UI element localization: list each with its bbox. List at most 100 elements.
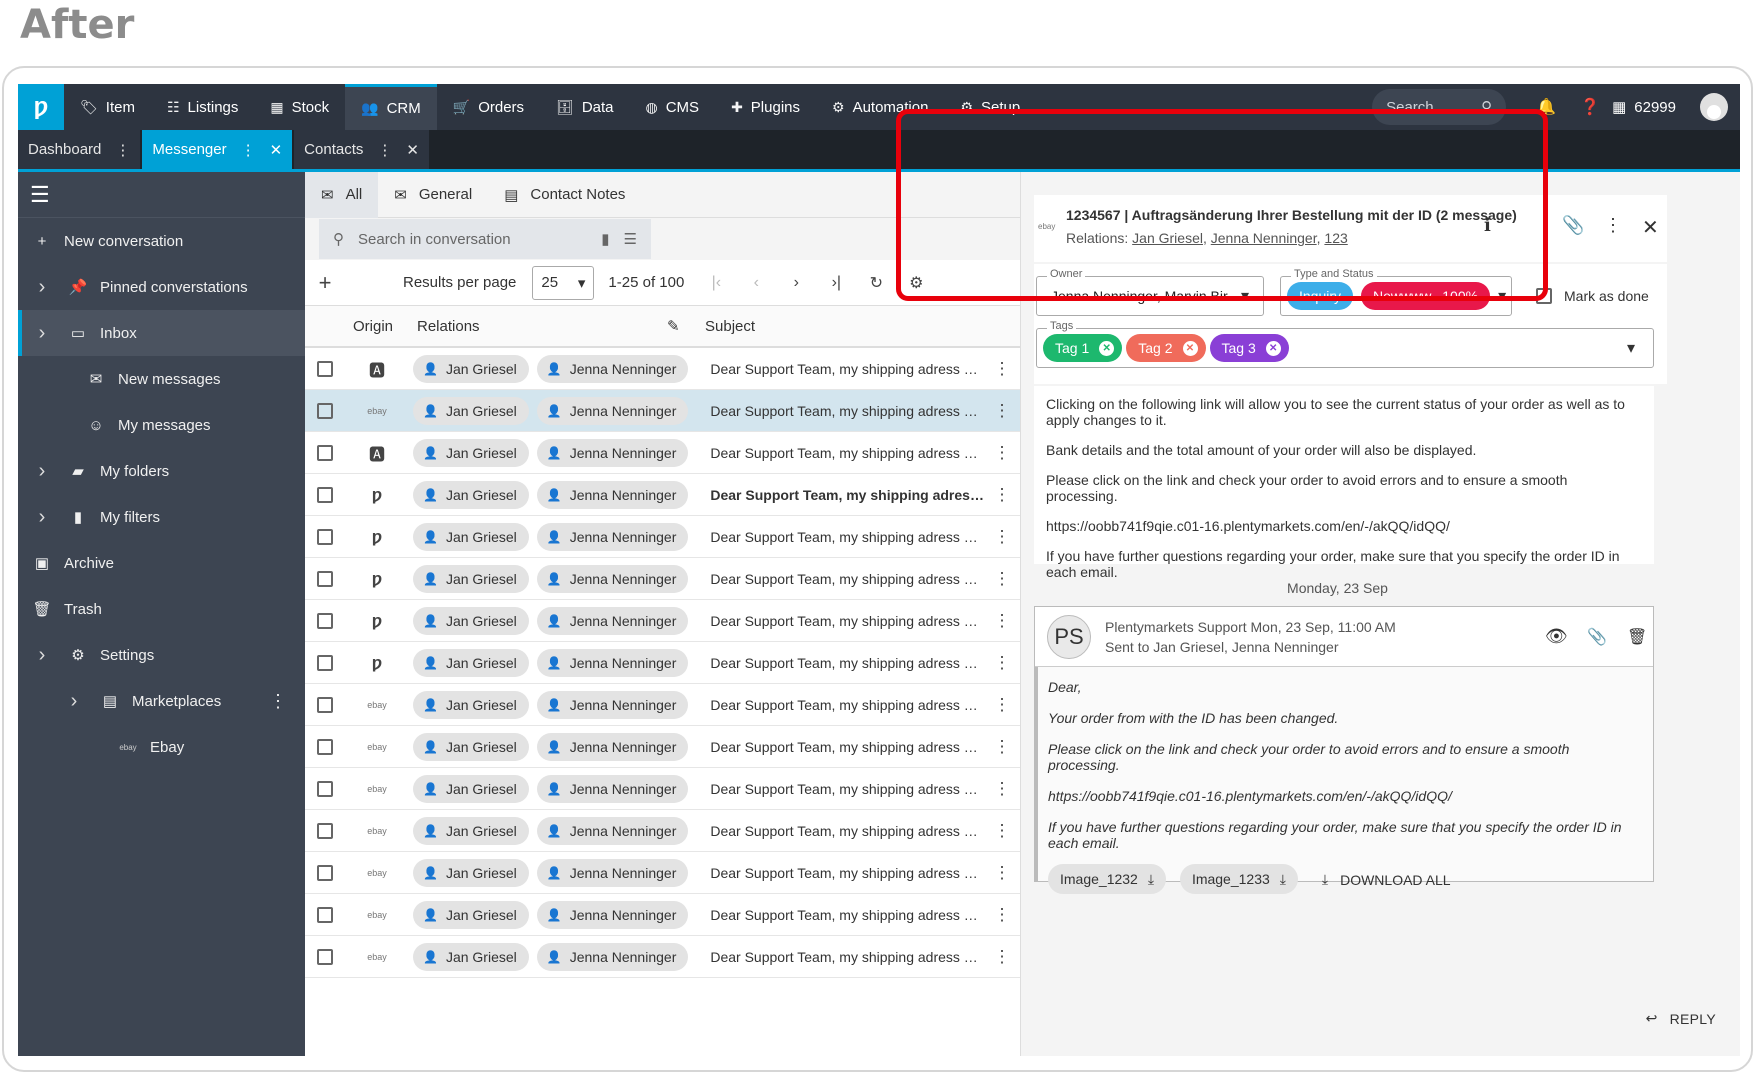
refresh-icon[interactable]: ↻ (856, 273, 896, 293)
table-row[interactable]: ebay 👤 Jan Griesel 👤 Jenna Nenninger Dear Sup… (305, 684, 1020, 726)
paperclip-icon[interactable]: 📎 (1587, 627, 1607, 647)
row-checkbox[interactable] (317, 402, 333, 419)
next-page-icon[interactable]: › (776, 274, 816, 292)
more-vert-icon[interactable]: ⋮ (984, 569, 1020, 589)
table-row[interactable]: ebay 👤 Jan Griesel 👤 Jenna Nenninger Dear Sup… (305, 894, 1020, 936)
chevron-right-icon[interactable]: › (32, 644, 52, 667)
relation-chip[interactable]: 👤 Jan Griesel (413, 648, 529, 677)
chevron-right-icon[interactable]: › (32, 460, 52, 483)
column-relations[interactable]: Relations (417, 318, 667, 335)
more-vert-icon[interactable]: ⋮ (984, 443, 1020, 463)
sidebar-item-new-messages[interactable]: ✉ New messages (18, 356, 305, 402)
subtab-contact-notes[interactable]: ▤ Contact Notes (488, 172, 641, 218)
relation-chip[interactable]: 👤 Jan Griesel (413, 480, 529, 509)
row-checkbox[interactable] (317, 906, 333, 923)
conversation-search-input[interactable]: ⚲ Search in conversation ▮ ☰ (319, 219, 651, 259)
row-checkbox[interactable] (317, 864, 333, 881)
more-vert-icon[interactable]: ⋮ (984, 821, 1020, 841)
table-row[interactable]: ebay 👤 Jan Griesel 👤 Jenna Nenninger Dear Sup… (305, 726, 1020, 768)
tag-chip[interactable]: Tag 1 ✕ (1043, 334, 1123, 362)
relation-chip[interactable]: 👤 Jan Griesel (413, 900, 529, 929)
nav-plugins[interactable]: ✚ Plugins (715, 84, 816, 130)
sidebar-item-new-conversation[interactable]: + New conversation (18, 218, 305, 264)
paperclip-icon[interactable]: 📎 (1562, 215, 1584, 236)
sidebar-item-archive[interactable]: ▣ Archive (18, 540, 305, 586)
relation-chip[interactable]: 👤 Jan Griesel (413, 816, 529, 845)
nav-crm[interactable]: 👥 CRM (345, 84, 437, 130)
message-link[interactable]: https://oobb741f9qie.c01-16.plentymarket… (1048, 788, 1643, 804)
nav-orders[interactable]: 🛒 Orders (437, 84, 540, 130)
tag-chip[interactable]: Tag 2 ✕ (1126, 334, 1206, 362)
close-icon[interactable]: ✕ (270, 141, 283, 159)
row-checkbox[interactable] (317, 780, 333, 797)
relation-chip[interactable]: 👤 Jenna Nenninger (536, 438, 689, 467)
tag-chip[interactable]: Tag 3 ✕ (1209, 334, 1289, 362)
user-avatar[interactable] (1700, 93, 1728, 121)
relation-chip[interactable]: 👤 Jenna Nenninger (536, 522, 689, 551)
relation-chip[interactable]: 👤 Jenna Nenninger (536, 480, 689, 509)
relation-chip[interactable]: 👤 Jenna Nenninger (536, 816, 689, 845)
sidebar-item-pinned-converstations[interactable]: › 📌 Pinned converstations (18, 264, 305, 310)
tab-messenger[interactable]: Messenger ⋮ ✕ (142, 130, 293, 169)
row-checkbox[interactable] (317, 444, 333, 461)
more-vert-icon[interactable]: ⋮ (984, 905, 1020, 925)
row-checkbox[interactable] (317, 822, 333, 839)
relation-chip[interactable]: 👤 Jan Griesel (413, 690, 529, 719)
table-row[interactable]: 🅰 👤 Jan Griesel 👤 Jenna Nenninger Dear Suppor… (305, 432, 1020, 474)
mark-as-done-checkbox[interactable]: Mark as done (1536, 288, 1649, 304)
tags-select[interactable]: Tags Tag 1 ✕ Tag 2 ✕ Tag 3 ✕ ▾ (1036, 320, 1654, 368)
tab-contacts[interactable]: Contacts ⋮ ✕ (294, 130, 429, 169)
results-per-page-select[interactable]: 25 ▾ (532, 265, 595, 300)
remove-tag-icon[interactable]: ✕ (1265, 340, 1281, 356)
more-vert-icon[interactable]: ⋮ (984, 863, 1020, 883)
table-row[interactable]: ƿ 👤 Jan Griesel 👤 Jenna Nenninger Dear Suppor… (305, 558, 1020, 600)
more-vert-icon[interactable]: ⋮ (1604, 215, 1622, 236)
column-origin[interactable]: Origin (353, 318, 417, 335)
row-checkbox[interactable] (317, 486, 333, 503)
relation-chip[interactable]: 👤 Jenna Nenninger (536, 564, 689, 593)
column-subject[interactable]: Subject (705, 318, 755, 335)
nav-data[interactable]: 🗄 Data (540, 84, 629, 130)
sidebar-item-inbox[interactable]: › ▭ Inbox (18, 310, 305, 356)
relation-chip[interactable]: 👤 Jenna Nenninger (536, 648, 689, 677)
hamburger-menu-icon[interactable]: ☰ (18, 172, 305, 218)
edit-pencil-icon[interactable]: ✎ (667, 317, 701, 335)
tab-dashboard[interactable]: Dashboard ⋮ (18, 130, 141, 169)
chevron-right-icon[interactable]: › (32, 506, 52, 529)
close-icon[interactable]: ✕ (406, 141, 419, 159)
table-row[interactable]: ebay 👤 Jan Griesel 👤 Jenna Nenninger Dear Sup… (305, 390, 1020, 432)
chevron-right-icon[interactable]: › (32, 276, 52, 299)
more-vert-icon[interactable]: ⋮ (984, 653, 1020, 673)
sidebar-item-my-folders[interactable]: › ▰ My folders (18, 448, 305, 494)
relation-chip[interactable]: 👤 Jenna Nenninger (536, 732, 689, 761)
bookmark-icon[interactable]: ▮ (601, 230, 609, 248)
relation-chip[interactable]: 👤 Jan Griesel (413, 732, 529, 761)
relation-chip[interactable]: 👤 Jenna Nenninger (536, 858, 689, 887)
table-row[interactable]: ebay 👤 Jan Griesel 👤 Jenna Nenninger Dear Sup… (305, 768, 1020, 810)
more-vert-icon[interactable]: ⋮ (984, 359, 1020, 379)
close-icon[interactable]: ✕ (1642, 215, 1659, 240)
table-row[interactable]: ƿ 👤 Jan Griesel 👤 Jenna Nenninger Dear Suppor… (305, 516, 1020, 558)
row-checkbox[interactable] (317, 612, 333, 629)
more-vert-icon[interactable]: ⋮ (377, 141, 392, 159)
more-vert-icon[interactable]: ⋮ (984, 611, 1020, 631)
row-checkbox[interactable] (317, 654, 333, 671)
more-vert-icon[interactable]: ⋮ (115, 141, 130, 159)
nav-listings[interactable]: ☷ Listings (151, 84, 254, 130)
table-row[interactable]: ƿ 👤 Jan Griesel 👤 Jenna Nenninger Dear Suppor… (305, 600, 1020, 642)
sidebar-item-my-filters[interactable]: › ▮ My filters (18, 494, 305, 540)
relation-chip[interactable]: 👤 Jan Griesel (413, 606, 529, 635)
more-vert-icon[interactable]: ⋮ (984, 737, 1020, 757)
row-checkbox[interactable] (317, 738, 333, 755)
attachment-chip[interactable]: Image_1233 ⤓ (1179, 864, 1298, 894)
last-page-icon[interactable]: ›| (816, 274, 856, 292)
plenty-logo[interactable]: ƿ (18, 84, 64, 130)
row-checkbox[interactable] (317, 360, 333, 377)
nav-cms[interactable]: ◍ CMS (630, 84, 716, 130)
relation-chip[interactable]: 👤 Jan Griesel (413, 774, 529, 803)
sidebar-item-my-messages[interactable]: ☺ My messages (18, 402, 305, 448)
sidebar-item-marketplaces[interactable]: › ▤ Marketplaces ⋮ (18, 678, 305, 724)
more-vert-icon[interactable]: ⋮ (984, 527, 1020, 547)
remove-tag-icon[interactable]: ✕ (1099, 340, 1115, 356)
first-page-icon[interactable]: |‹ (696, 274, 736, 292)
